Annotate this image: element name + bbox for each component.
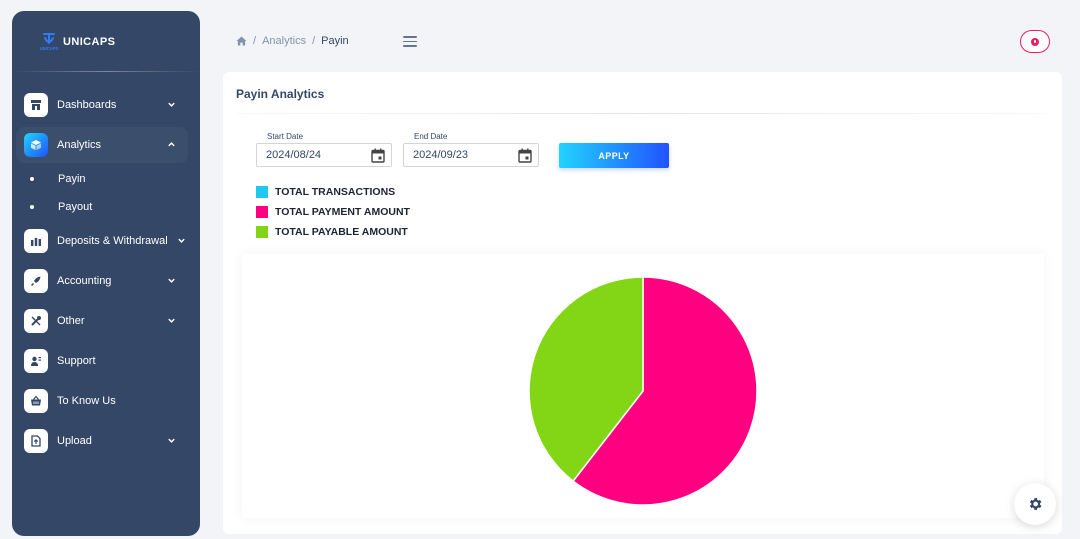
legend-item-payment-amount[interactable]: TOTAL PAYMENT AMOUNT bbox=[256, 206, 410, 218]
sidebar-subitem-payin[interactable]: Payin bbox=[30, 173, 86, 185]
breadcrumb-separator: / bbox=[253, 35, 257, 47]
sidebar-item-to-know-us[interactable]: To Know Us bbox=[24, 388, 180, 414]
brand[interactable]: UNICAPS UNICAPS bbox=[38, 31, 115, 53]
gear-icon bbox=[1029, 498, 1042, 510]
sidebar-item-label: Deposits & Withdrawal bbox=[57, 235, 168, 247]
legend-label: TOTAL TRANSACTIONS bbox=[275, 186, 396, 198]
tools-icon bbox=[24, 309, 48, 333]
sidebar-item-label: Dashboards bbox=[57, 99, 117, 111]
sidebar-subitem-label: Payin bbox=[58, 173, 86, 185]
legend-swatch bbox=[256, 226, 268, 238]
shop-icon bbox=[24, 93, 48, 117]
chevron-down-icon bbox=[168, 278, 175, 283]
end-date-field[interactable]: 2024/09/23 bbox=[403, 143, 539, 167]
end-date-label: End Date bbox=[414, 132, 448, 141]
legend-swatch bbox=[256, 206, 268, 218]
brand-name: UNICAPS bbox=[63, 36, 116, 48]
breadcrumb-analytics[interactable]: Analytics bbox=[262, 35, 306, 47]
breadcrumb: / Analytics / Payin bbox=[236, 35, 349, 47]
calendar-icon[interactable] bbox=[518, 148, 532, 163]
pie-chart-container bbox=[242, 254, 1044, 518]
sidebar-item-upload[interactable]: Upload bbox=[24, 428, 180, 454]
user-icon bbox=[1031, 37, 1039, 46]
cube-icon bbox=[24, 133, 48, 157]
brand-logo: UNICAPS bbox=[38, 31, 60, 53]
card-title: Payin Analytics bbox=[236, 87, 325, 101]
chevron-up-icon bbox=[168, 142, 175, 147]
menu-toggle-icon[interactable] bbox=[403, 36, 417, 47]
breadcrumb-separator: / bbox=[312, 35, 316, 47]
start-date-value: 2024/08/24 bbox=[266, 149, 322, 161]
basket-icon bbox=[24, 389, 48, 413]
start-date-field[interactable]: 2024/08/24 bbox=[256, 143, 392, 167]
legend-item-payable-amount[interactable]: TOTAL PAYABLE AMOUNT bbox=[256, 226, 408, 238]
payin-analytics-card: Payin Analytics Start Date 2024/08/24 En… bbox=[223, 72, 1062, 534]
brand-logo-caption: UNICAPS bbox=[40, 46, 59, 51]
sidebar-item-label: To Know Us bbox=[57, 395, 116, 407]
upload-icon bbox=[24, 429, 48, 453]
chevron-down-icon bbox=[168, 102, 175, 107]
sidebar-subitem-payout[interactable]: Payout bbox=[30, 201, 92, 213]
chevron-down-icon bbox=[168, 438, 175, 443]
sidebar-item-label: Upload bbox=[57, 435, 92, 447]
legend-item-transactions[interactable]: TOTAL TRANSACTIONS bbox=[256, 186, 395, 198]
sidebar-item-deposits-withdrawal[interactable]: Deposits & Withdrawal bbox=[24, 228, 185, 254]
pie-chart bbox=[528, 276, 758, 506]
card-divider bbox=[236, 113, 1047, 114]
sidebar-subitem-label: Payout bbox=[58, 201, 93, 213]
legend-label: TOTAL PAYMENT AMOUNT bbox=[275, 206, 410, 218]
end-date-value: 2024/09/23 bbox=[413, 149, 469, 161]
sidebar-item-label: Analytics bbox=[57, 139, 102, 151]
legend-label: TOTAL PAYABLE AMOUNT bbox=[275, 226, 408, 238]
start-date-label: Start Date bbox=[267, 132, 304, 141]
sidebar-item-label: Support bbox=[57, 355, 96, 367]
sidebar-item-label: Accounting bbox=[57, 275, 112, 287]
home-icon[interactable] bbox=[236, 36, 247, 46]
sidebar-item-label: Other bbox=[57, 315, 85, 327]
apply-button[interactable]: APPLY bbox=[559, 143, 669, 168]
sidebar-item-support[interactable]: Support bbox=[24, 348, 180, 374]
chevron-down-icon bbox=[178, 238, 185, 243]
sidebar-item-analytics[interactable]: Analytics bbox=[24, 132, 180, 158]
user-account-button[interactable] bbox=[1020, 30, 1050, 53]
sidebar-divider bbox=[12, 71, 200, 72]
rocket-icon bbox=[24, 269, 48, 293]
bullet-icon bbox=[30, 205, 34, 209]
calendar-icon[interactable] bbox=[371, 148, 385, 163]
breadcrumb-current: Payin bbox=[321, 35, 349, 47]
legend-swatch bbox=[256, 186, 268, 198]
chevron-down-icon bbox=[168, 318, 175, 323]
bank-icon bbox=[24, 229, 48, 253]
sidebar-item-accounting[interactable]: Accounting bbox=[24, 268, 180, 294]
support-icon bbox=[24, 349, 48, 373]
settings-button[interactable] bbox=[1014, 483, 1056, 525]
sidebar-item-other[interactable]: Other bbox=[24, 308, 180, 334]
bullet-icon bbox=[30, 177, 34, 181]
sidebar-item-dashboards[interactable]: Dashboards bbox=[24, 92, 180, 118]
